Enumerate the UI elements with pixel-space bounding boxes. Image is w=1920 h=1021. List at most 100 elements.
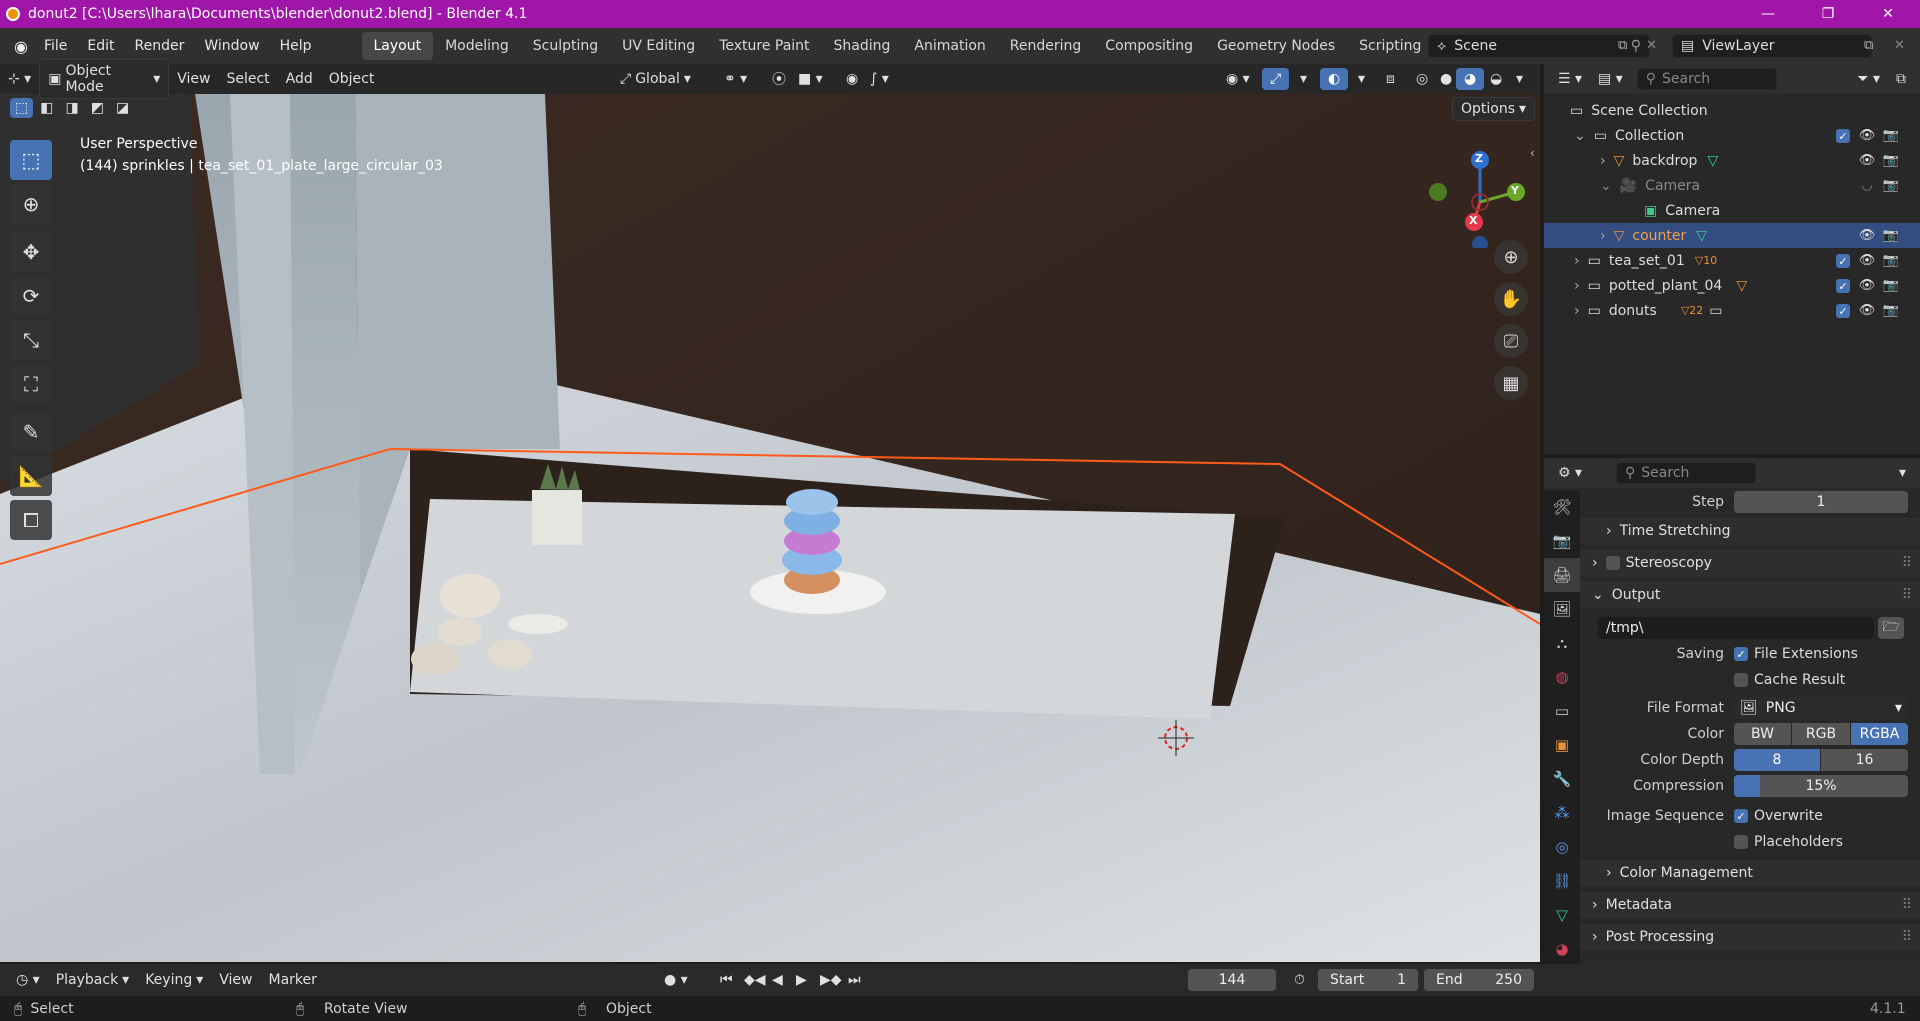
tab-texture-paint[interactable]: Texture Paint — [707, 32, 821, 60]
visibility-eye-icon[interactable]: 👁 — [1856, 303, 1878, 318]
drag-handle-icon[interactable]: ⠿ — [1902, 897, 1912, 913]
chevron-right-icon[interactable]: › — [1574, 278, 1580, 294]
depth-16-button[interactable]: 16 — [1821, 749, 1908, 771]
drag-handle-icon[interactable]: ⠿ — [1902, 555, 1912, 571]
file-format-dropdown[interactable]: 🖼 PNG ▾ — [1734, 697, 1908, 719]
outliner-row-scene-collection[interactable]: ▭ Scene Collection — [1544, 98, 1920, 123]
stereoscopy-section[interactable]: › Stereoscopy ⠿ — [1580, 548, 1920, 576]
include-checkbox[interactable]: ✓ — [1836, 303, 1856, 319]
render-camera-icon[interactable]: 📷 — [1880, 253, 1902, 268]
options-dropdown[interactable]: Options ▾ — [1452, 97, 1536, 121]
properties-editor-type-icon[interactable]: ⚙ ▾ — [1550, 462, 1590, 484]
menu-timeline-view[interactable]: View — [211, 969, 260, 991]
tab-shading[interactable]: Shading — [822, 32, 903, 60]
chevron-right-icon[interactable]: › — [1574, 253, 1580, 269]
xray-icon[interactable]: ⧈ — [1378, 68, 1403, 90]
select-box-tool-icon[interactable]: ⬚ — [10, 140, 52, 180]
overlay-toggle-icon[interactable]: ◐ — [1320, 68, 1349, 90]
tab-uv-editing[interactable]: UV Editing — [610, 32, 707, 60]
material-shading-icon[interactable]: ◕ — [1456, 68, 1485, 90]
include-checkbox[interactable]: ✓ — [1836, 253, 1856, 269]
drag-handle-icon[interactable]: ⠿ — [1902, 929, 1912, 945]
render-camera-icon[interactable]: 📷 — [1880, 228, 1902, 243]
chevron-right-icon[interactable]: › — [1600, 153, 1606, 169]
outliner-row-potted-plant[interactable]: › ▭ potted_plant_04 ▽ ✓ 👁 📷 — [1544, 273, 1920, 298]
scale-tool-icon[interactable]: ⤡ — [10, 320, 52, 360]
visibility-icon[interactable]: ◉ ▾ — [1218, 68, 1258, 90]
compression-slider[interactable]: 15% — [1734, 775, 1908, 797]
play-reverse-icon[interactable]: ◀ — [764, 969, 791, 991]
tab-rendering[interactable]: Rendering — [998, 32, 1094, 60]
file-extensions-checkbox[interactable]: ✓ — [1734, 647, 1748, 661]
object-tab-icon[interactable]: ▣ — [1544, 728, 1580, 762]
cursor-tool-icon[interactable]: ⊕ — [10, 184, 52, 224]
outliner-editor-type-icon[interactable]: ☰ ▾ — [1550, 68, 1590, 90]
filter-icon[interactable]: ⏷ ▾ — [1849, 68, 1888, 90]
chevron-down-icon[interactable]: ⌄ — [1600, 178, 1612, 194]
output-section[interactable]: ⌄ Output ⠿ — [1580, 580, 1920, 608]
color-management-section[interactable]: › Color Management — [1580, 858, 1920, 886]
close-button[interactable]: ✕ — [1860, 0, 1916, 28]
pivot-icon[interactable]: ⚭ ▾ — [716, 68, 755, 90]
view-layer-tab-icon[interactable]: 🖼 — [1544, 592, 1580, 626]
gizmo-toggle-icon[interactable]: ⤢ — [1262, 68, 1290, 90]
sidebar-toggle-icon[interactable]: ‹ — [1530, 146, 1535, 160]
transform-tool-icon[interactable]: ⛶ — [10, 364, 52, 404]
output-tab-icon[interactable]: 🖨 — [1544, 558, 1580, 592]
color-bw-button[interactable]: BW — [1734, 723, 1791, 745]
navigation-gizmo[interactable]: Z Y X — [1386, 138, 1526, 252]
collection-tab-icon[interactable]: ▭ — [1544, 694, 1580, 728]
visibility-eye-icon[interactable]: 👁 — [1856, 128, 1878, 143]
menu-help[interactable]: Help — [270, 34, 322, 58]
menu-view[interactable]: View — [169, 68, 218, 90]
ortho-grid-icon[interactable]: ▦ — [1494, 366, 1528, 400]
maximize-button[interactable]: ❐ — [1800, 0, 1856, 28]
menu-window[interactable]: Window — [194, 34, 269, 58]
tab-scripting[interactable]: Scripting — [1347, 32, 1433, 60]
new-collection-icon[interactable]: ⧉ — [1888, 68, 1914, 90]
view-layer-selector[interactable]: ▤ ViewLayer — [1672, 34, 1872, 58]
tool-tab-icon[interactable]: 🛠 — [1544, 490, 1580, 524]
outliner-row-backdrop[interactable]: › ▽ backdrop ▽ 👁 📷 — [1544, 148, 1920, 173]
constraints-tab-icon[interactable]: ⛓ — [1544, 864, 1580, 898]
include-checkbox[interactable]: ✓ — [1836, 278, 1856, 294]
display-mode-icon[interactable]: ▤ ▾ — [1590, 68, 1631, 90]
color-rgb-button[interactable]: RGB — [1792, 723, 1850, 745]
add-cube-tool-icon[interactable]: ⧠ — [10, 500, 52, 540]
auto-key-icon[interactable]: ● ▾ — [656, 969, 696, 991]
rotate-tool-icon[interactable]: ⟳ — [10, 276, 52, 316]
menu-render[interactable]: Render — [125, 34, 195, 58]
start-frame-field[interactable]: Start 1 — [1318, 969, 1418, 991]
select-subtract-icon[interactable]: ◨ — [60, 98, 83, 118]
tab-layout[interactable]: Layout — [361, 32, 434, 60]
jump-end-icon[interactable]: ⏭ — [840, 969, 869, 991]
folder-icon[interactable]: 🗁 — [1878, 617, 1904, 639]
visibility-eye-icon[interactable]: 👁 — [1856, 228, 1878, 243]
mode-dropdown[interactable]: ▣ Object Mode ▾ — [39, 59, 170, 99]
render-camera-icon[interactable]: 📷 — [1880, 178, 1902, 193]
current-frame-field[interactable]: 144 — [1188, 969, 1276, 991]
render-camera-icon[interactable]: 📷 — [1880, 303, 1902, 318]
end-frame-field[interactable]: End 250 — [1424, 969, 1534, 991]
depth-8-button[interactable]: 8 — [1734, 749, 1820, 771]
menu-file[interactable]: File — [34, 34, 77, 58]
play-icon[interactable]: ▶ — [788, 969, 815, 991]
render-tab-icon[interactable]: 📷 — [1544, 524, 1580, 558]
outliner-row-counter[interactable]: › ▽ counter ▽ 👁 📷 — [1544, 223, 1920, 248]
timeline-editor-type-icon[interactable]: ◷ ▾ — [8, 969, 48, 991]
render-camera-icon[interactable]: 📷 — [1880, 128, 1902, 143]
scene-tab-icon[interactable]: ⛬ — [1544, 626, 1580, 660]
gizmo-dropdown-icon[interactable]: ▾ — [1292, 68, 1315, 90]
physics-tab-icon[interactable]: ◎ — [1544, 830, 1580, 864]
hidden-eye-icon[interactable]: ◡ — [1856, 178, 1878, 193]
particles-tab-icon[interactable]: ⁂ — [1544, 796, 1580, 830]
shading-dropdown-icon[interactable]: ▾ — [1508, 68, 1531, 90]
visibility-eye-icon[interactable]: 👁 — [1856, 253, 1878, 268]
outliner-row-camera[interactable]: ⌄ 🎥 Camera ◡ 📷 — [1544, 173, 1920, 198]
menu-playback[interactable]: Playback ▾ — [48, 969, 138, 991]
move-tool-icon[interactable]: ✥ — [10, 232, 52, 272]
editor-type-icon[interactable]: ⊹ ▾ — [0, 68, 39, 90]
visibility-eye-icon[interactable]: 👁 — [1856, 153, 1878, 168]
menu-marker[interactable]: Marker — [261, 969, 325, 991]
color-rgba-button[interactable]: RGBA — [1851, 723, 1908, 745]
